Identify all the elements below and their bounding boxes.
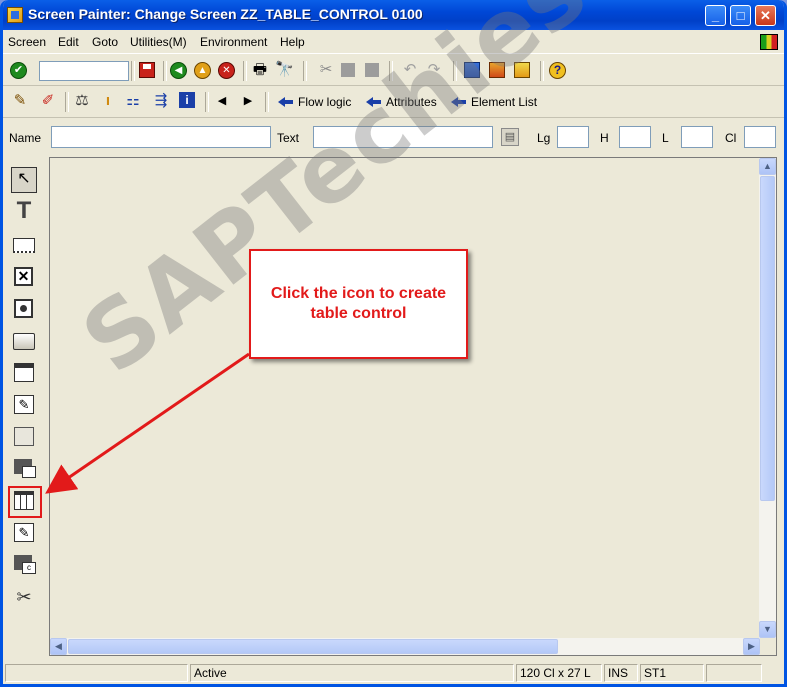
- status-bar: Active 120 Cl x 27 L INS ST1: [3, 662, 784, 684]
- annotation-arrow: [45, 352, 250, 494]
- insert-mode-indicator: INS: [604, 664, 638, 682]
- message-panel: [5, 664, 188, 682]
- status-text: Active: [190, 664, 514, 682]
- system-indicator: ST1: [640, 664, 704, 682]
- extra-status-panel: [706, 664, 762, 682]
- screen-size-indicator: 120 Cl x 27 L: [516, 664, 602, 682]
- screen-painter-window: Screen Painter: Change Screen ZZ_TABLE_C…: [0, 0, 787, 687]
